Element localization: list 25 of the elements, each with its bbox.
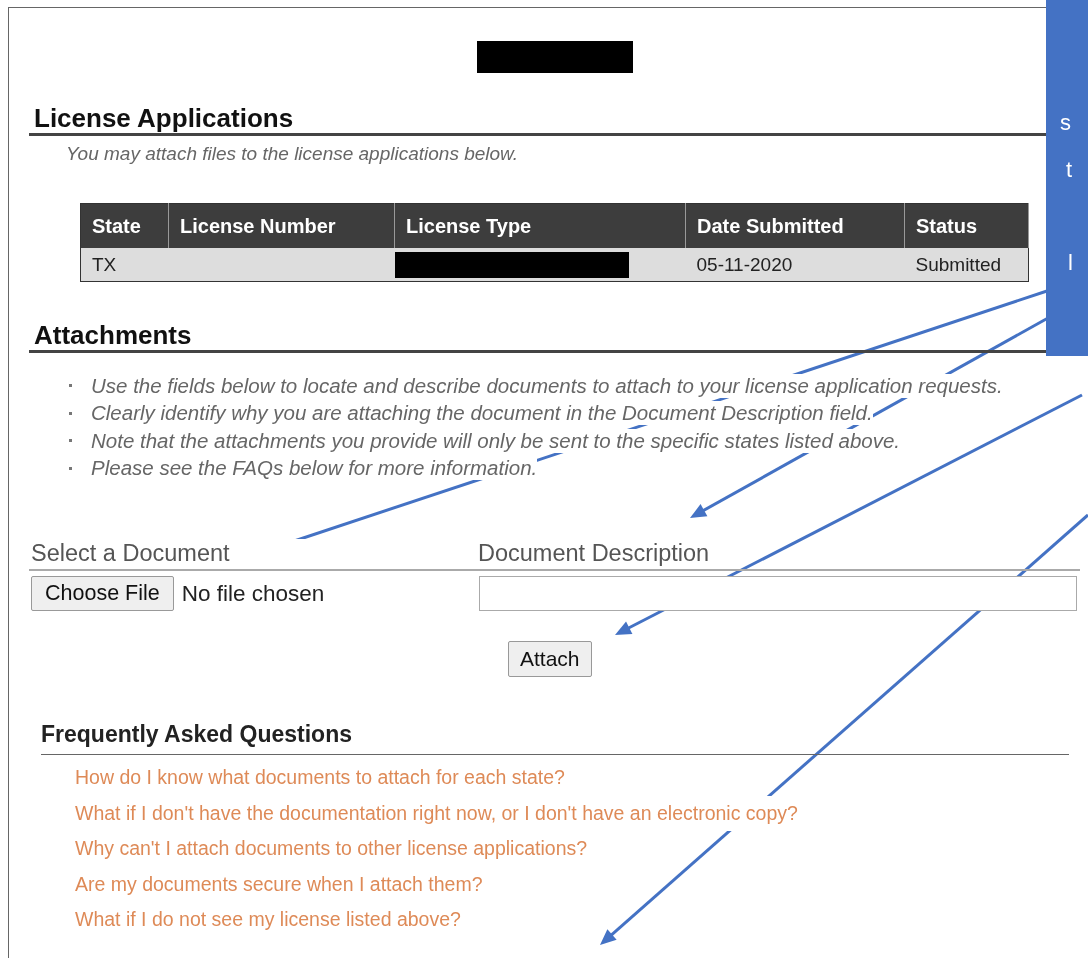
description-field[interactable]	[479, 576, 1077, 611]
column-header: Status	[904, 203, 1029, 248]
instruction-text: Clearly identify why you are attaching the document in the Document Description field.	[91, 401, 873, 426]
column-header: License Type	[394, 203, 686, 248]
column-header: Date Submitted	[685, 203, 905, 248]
callout-text: l	[1068, 250, 1073, 276]
table-cell: Submitted	[904, 248, 1029, 282]
bullet-icon	[69, 466, 72, 470]
column-header: State	[80, 203, 169, 248]
table-cell: 05-11-2020	[685, 248, 905, 282]
bullet-icon	[69, 384, 72, 388]
instruction-text: Note that the attachments you provide will only be sent to the specific states listed above.	[91, 428, 901, 453]
instruction-text: Use the fields below to locate and describe documents to attach to your license application requests.	[91, 373, 1003, 398]
table-cell: TX	[80, 248, 169, 282]
choose-file-button[interactable]: Choose File	[31, 576, 174, 611]
bullet-icon	[69, 439, 72, 443]
callout-text: s	[1060, 110, 1071, 136]
faq-link[interactable]: What if I don't have the documentation right now, or I don't have an electronic copy?	[75, 795, 798, 831]
instruction-text: Please see the FAQs below for more information.	[91, 456, 538, 481]
column-header: License Number	[168, 203, 395, 248]
attach-button[interactable]: Attach	[508, 641, 592, 677]
callout-text: t	[1066, 157, 1073, 183]
field-label: Select a Document	[31, 540, 230, 566]
bullet-icon	[69, 411, 72, 415]
faq-heading: Frequently Asked Questions	[41, 720, 1069, 755]
